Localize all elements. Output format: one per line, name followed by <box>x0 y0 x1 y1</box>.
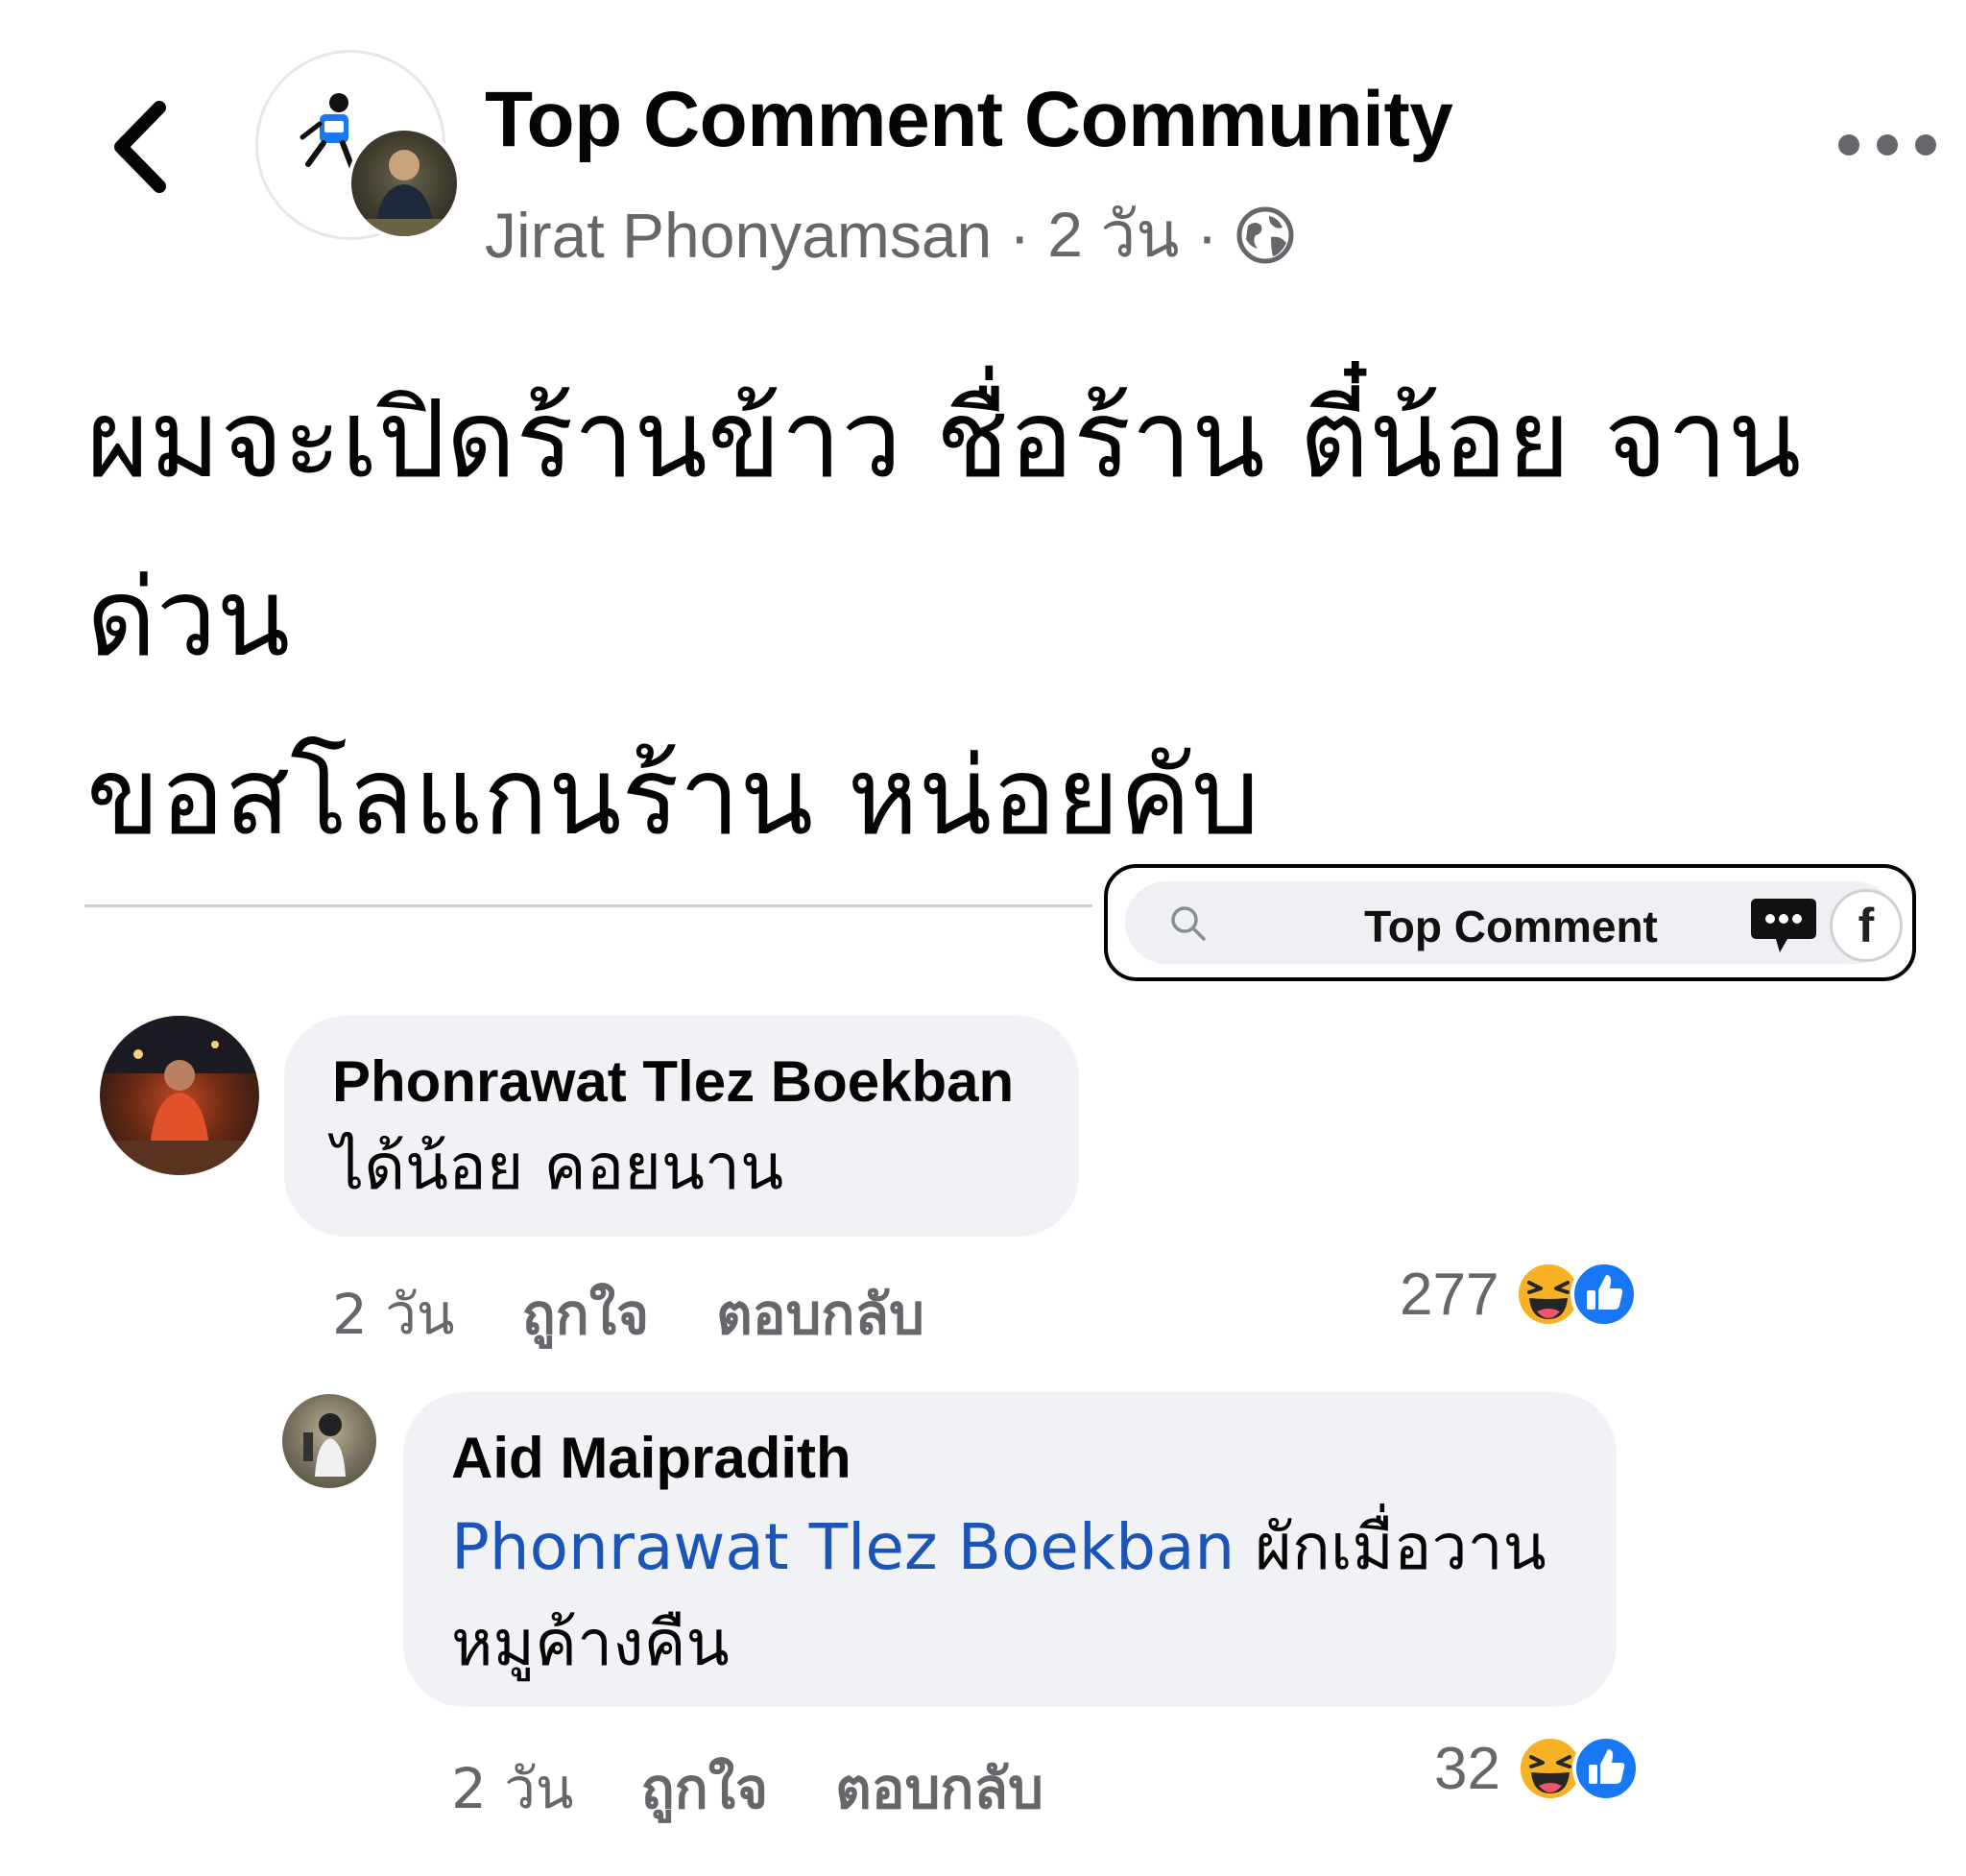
reaction-icons <box>1516 1734 1641 1803</box>
poster-avatar[interactable] <box>348 127 461 240</box>
more-dots-icon <box>1838 134 1936 156</box>
reaction-count: 277 <box>1400 1261 1499 1328</box>
reaction-icons <box>1514 1260 1639 1329</box>
facebook-icon: f <box>1830 889 1903 962</box>
post-body: ผมจะเปิดร้านข้าว ชื่อร้าน ตี๋น้อย จาน ด่… <box>86 350 1949 886</box>
comment-author[interactable]: Phonrawat Tlez Boekban <box>332 1048 1014 1115</box>
like-reaction-icon <box>1571 1735 1640 1802</box>
reply-text-line2: หมูค้างคืน <box>451 1606 730 1680</box>
poster-name[interactable]: Jirat Phonyamsan <box>485 199 992 272</box>
back-button[interactable] <box>104 94 180 200</box>
reaction-count: 32 <box>1434 1735 1500 1802</box>
mention-link[interactable]: Phonrawat Tlez Boekban <box>451 1510 1235 1584</box>
like-button[interactable]: ถูกใจ <box>522 1269 650 1359</box>
meta-separator: · <box>1009 199 1031 271</box>
reply-text-part: ผักเมื่อวาน <box>1235 1510 1546 1584</box>
reaction-summary[interactable]: 32 <box>1434 1734 1641 1803</box>
comment-time[interactable]: 2 วัน <box>332 1269 455 1359</box>
reply-text: Phonrawat Tlez Boekban ผักเมื่อวาน หมูค้… <box>451 1500 1584 1692</box>
back-chevron-icon <box>114 101 166 193</box>
chat-bubble-icon <box>1751 899 1816 952</box>
comment-bubble[interactable]: Phonrawat Tlez Boekban ได้น้อย คอยนาน <box>284 1016 1079 1237</box>
reply-author-avatar[interactable] <box>282 1394 376 1488</box>
meta-separator: · <box>1196 199 1218 271</box>
more-options-button[interactable] <box>1828 121 1953 169</box>
post-line: ผมจะเปิดร้านข้าว ชื่อร้าน ตี๋น้อย จาน <box>86 377 1802 502</box>
divider <box>84 904 1092 907</box>
reply-author-photo-icon <box>303 1413 346 1477</box>
reply-time[interactable]: 2 วัน <box>451 1744 574 1833</box>
reply-button[interactable]: ตอบกลับ <box>835 1744 1043 1833</box>
top-comment-watermark: Top Comment f <box>1104 864 1916 981</box>
group-name[interactable]: Top Comment Community <box>485 75 1453 165</box>
poster-photo-icon <box>351 150 457 236</box>
post-meta: Jirat Phonyamsan · 2 วัน · <box>485 184 1296 285</box>
reaction-summary[interactable]: 277 <box>1400 1260 1639 1329</box>
comment-actions: 2 วัน ถูกใจ ตอบกลับ <box>332 1269 924 1359</box>
post-line: ด่วน <box>86 556 291 681</box>
reply-author[interactable]: Aid Maipradith <box>451 1425 851 1491</box>
post-line: ขอสโลแกนร้าน หน่อยคับ <box>86 734 1260 859</box>
commenter-photo-icon <box>100 1016 259 1175</box>
post-detail-screen: Top Comment Community Jirat Phonyamsan ·… <box>0 0 1966 1876</box>
comment-text: ได้น้อย คอยนาน <box>332 1130 784 1204</box>
like-reaction-icon <box>1570 1261 1639 1328</box>
globe-icon <box>1236 206 1294 263</box>
reply-actions: 2 วัน ถูกใจ ตอบกลับ <box>451 1744 1043 1833</box>
post-time[interactable]: 2 วัน <box>1047 184 1179 285</box>
like-button[interactable]: ถูกใจ <box>641 1744 769 1833</box>
watermark-search-bar: Top Comment f <box>1125 881 1903 964</box>
commenter-avatar[interactable] <box>100 1016 259 1175</box>
reply-button[interactable]: ตอบกลับ <box>716 1269 924 1359</box>
reply-bubble[interactable]: Aid Maipradith Phonrawat Tlez Boekban ผั… <box>403 1392 1617 1707</box>
